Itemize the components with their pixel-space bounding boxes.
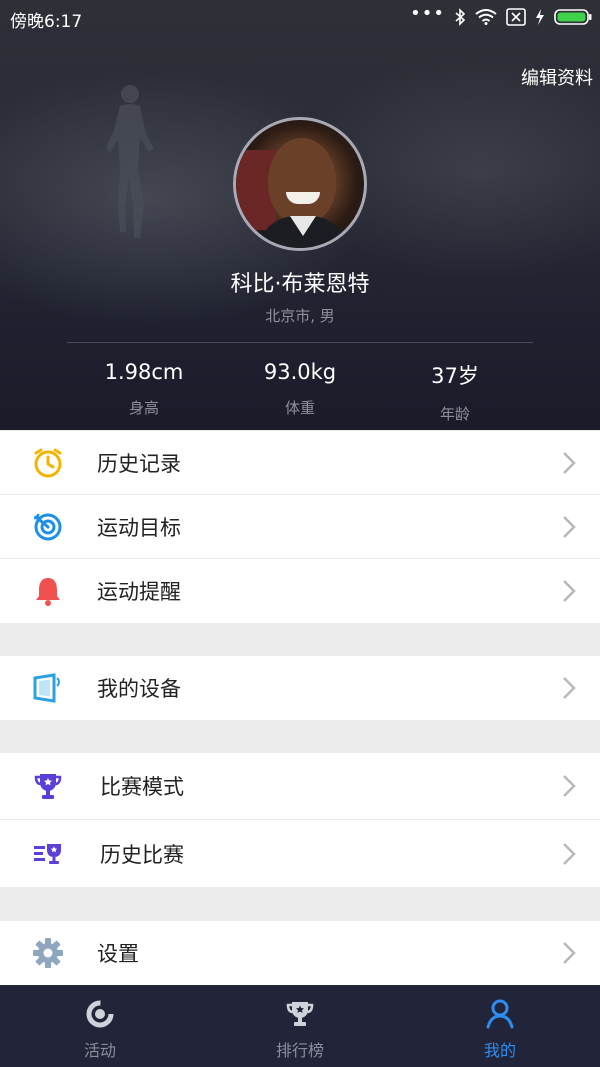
menu-item-reminder[interactable]: 运动提醒 [0,559,600,623]
person-icon [486,999,514,1029]
stat-age-label: 年龄 [439,405,470,423]
menu-item-goal[interactable]: 运动目标 [0,495,600,559]
user-location: 北京市, 男 [265,307,335,325]
sim-icon [506,8,526,26]
menu-item-history-label: 历史记录 [97,451,181,476]
user-name: 科比·布莱恩特 [230,272,370,297]
menu-item-match-history[interactable]: 历史比赛 [0,820,600,887]
stat-age-value: 37岁 [431,364,479,388]
stat-height-label: 身高 [128,399,159,417]
chevron-right-icon [563,580,576,602]
battery-icon [554,9,592,25]
runner-silhouette [106,85,154,238]
chevron-right-icon [563,942,576,964]
chevron-right-icon [563,842,576,865]
bottom-nav: 活动 排行榜 我的 [0,985,600,1067]
stat-weight-value: 93.0kg [263,360,337,384]
menu-item-device[interactable]: 我的设备 [0,656,600,720]
chevron-right-icon [563,451,576,474]
device-icon [32,672,64,704]
stat-weight-label: 体重 [284,399,315,417]
menu-item-match-mode[interactable]: 比赛模式 [0,753,600,820]
trophy-icon [286,1002,314,1026]
bluetooth-icon [455,8,466,26]
menu-item-history[interactable]: 历史记录 [0,431,600,495]
tab-activity[interactable]: 活动 [0,985,200,1067]
status-bar: 傍晚6:17 ••• [0,0,600,34]
menu-group-device: 我的设备 [0,656,600,720]
edit-profile-button[interactable]: 编辑资料 [521,64,593,90]
trophy-icon [32,770,64,802]
menu-item-reminder-label: 运动提醒 [97,580,181,604]
tab-leaderboard[interactable]: 排行榜 [200,985,400,1067]
wifi-icon [475,9,497,25]
avatar-face [268,138,336,224]
charging-icon [536,9,544,25]
menu-item-match-history-label: 历史比赛 [100,842,184,867]
match-history-icon [32,838,64,870]
stat-weight: 93.0kg 体重 [220,360,380,418]
target-icon [32,511,64,543]
status-time: 傍晚6:17 [10,12,83,32]
chevron-right-icon [563,677,576,699]
menu-group-activity: 历史记录 运动目标 运动提醒 [0,431,600,623]
activity-icon [86,1000,114,1028]
stat-height: 1.98cm 身高 [64,360,224,418]
tab-me[interactable]: 我的 [400,985,600,1067]
tab-leaderboard-label: 排行榜 [275,1041,324,1060]
more-dots-icon: ••• [410,3,445,24]
menu-item-device-label: 我的设备 [97,677,181,701]
profile-header: 傍晚6:17 ••• 编辑资料 科比·布莱恩特 北京市, 男 1.98cm 身高… [0,0,600,430]
avatar[interactable] [233,117,367,251]
chevron-right-icon [563,515,576,538]
chevron-right-icon [563,775,576,797]
menu-item-match-mode-label: 比赛模式 [100,775,184,799]
gear-icon [32,937,64,969]
tab-activity-label: 活动 [83,1041,116,1060]
menu-item-settings[interactable]: 设置 [0,921,600,985]
stat-height-value: 1.98cm [104,360,184,384]
menu-item-settings-label: 设置 [97,942,139,966]
menu-group-match: 比赛模式 历史比赛 [0,753,600,887]
status-icons: ••• [410,3,592,28]
menu-item-goal-label: 运动目标 [97,515,181,540]
tab-me-label: 我的 [483,1041,516,1060]
header-divider [67,342,533,343]
stat-age: 37岁 年龄 [375,360,535,424]
clock-icon [32,447,64,479]
menu-group-settings: 设置 [0,921,600,985]
bell-icon [32,575,64,607]
